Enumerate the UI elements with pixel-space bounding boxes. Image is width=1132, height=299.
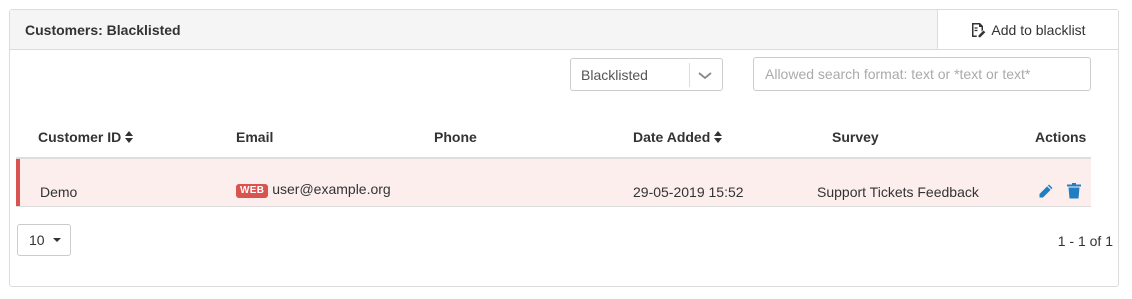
date-added-cell: 29-05-2019 15:52 [633,184,744,200]
status-filter-select[interactable]: Blacklisted [570,58,723,91]
sort-icon [714,131,723,143]
status-filter-value: Blacklisted [581,67,648,83]
column-header-email: Email [236,129,273,145]
select-divider [689,63,690,87]
column-header-actions: Actions [1035,129,1086,145]
panel-header: Customers: Blacklisted Add to blacklist [10,10,1118,50]
column-header-phone: Phone [434,129,477,145]
column-header-label: Survey [832,129,879,145]
channel-badge: WEB [236,184,269,198]
page-size-value: 10 [29,232,45,248]
trash-icon[interactable] [1067,183,1081,199]
email-value: user@example.org [272,181,391,197]
table-row-divider [16,206,1091,207]
column-header-label: Actions [1035,129,1087,145]
email-cell: WEB user@example.org [236,182,391,198]
sort-icon [125,131,134,143]
search-input[interactable] [753,57,1091,91]
chevron-down-icon [698,72,712,80]
pencil-icon[interactable] [1038,183,1054,199]
caret-down-icon [52,238,61,242]
column-header-label: Date Added [633,129,711,145]
blacklist-panel: Customers: Blacklisted Add to blacklist [9,9,1119,287]
user-edit-icon [972,22,986,37]
survey-cell: Support Tickets Feedback [817,184,979,200]
column-header-label: Email [236,129,274,145]
panel-title: Customers: Blacklisted [25,22,181,38]
add-to-blacklist-button[interactable]: Add to blacklist [937,10,1118,49]
page-size-select[interactable]: 10 [17,224,71,256]
column-header-survey: Survey [832,129,879,145]
column-header-customer-id[interactable]: Customer ID [38,129,134,145]
column-header-label: Customer ID [38,129,122,145]
column-header-date-added[interactable]: Date Added [633,129,723,145]
add-to-blacklist-label: Add to blacklist [991,21,1086,38]
column-header-label: Phone [434,129,477,145]
pagination-range: 1 - 1 of 1 [1057,233,1113,249]
customer-id-cell: Demo [40,184,78,200]
